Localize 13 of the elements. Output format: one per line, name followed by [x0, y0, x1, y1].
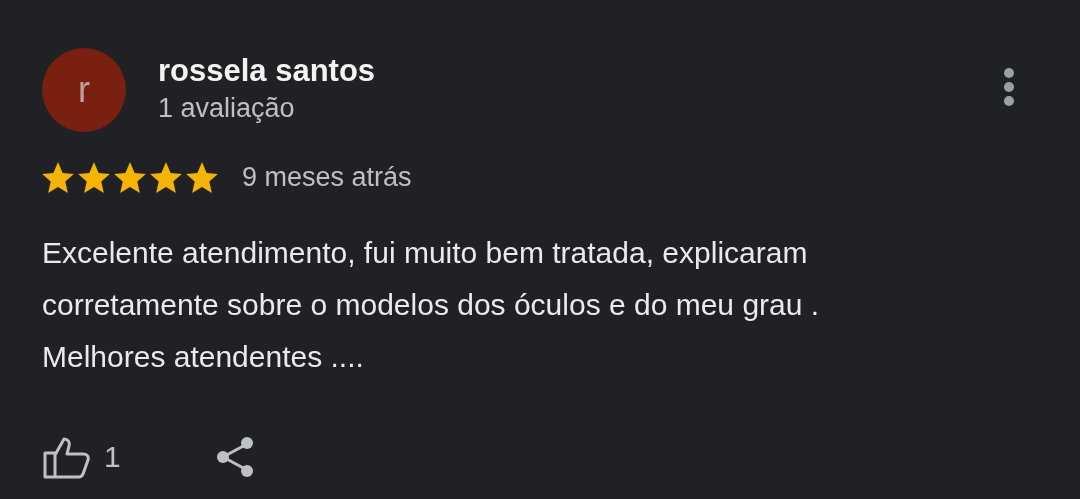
star-icon [42, 162, 74, 193]
avatar[interactable]: r [42, 48, 126, 132]
thumbs-up-icon[interactable] [42, 435, 90, 479]
star-icon [78, 162, 110, 193]
more-options-icon[interactable] [1003, 67, 1015, 107]
review-count: 1 avaliação [158, 92, 296, 125]
star-icon [186, 162, 218, 193]
star-icon [150, 162, 182, 193]
review-time: 9 meses atrás [242, 162, 412, 193]
author-name[interactable]: rossela santos [158, 51, 376, 91]
star-icon [114, 162, 146, 193]
review-text: Excelente atendimento, fui muito bem tratada, explicaram corretamente sobre o modelos dos óculos e do meu grau . Melhores atendentes .... [42, 235, 821, 375]
like-count: 1 [104, 440, 121, 474]
